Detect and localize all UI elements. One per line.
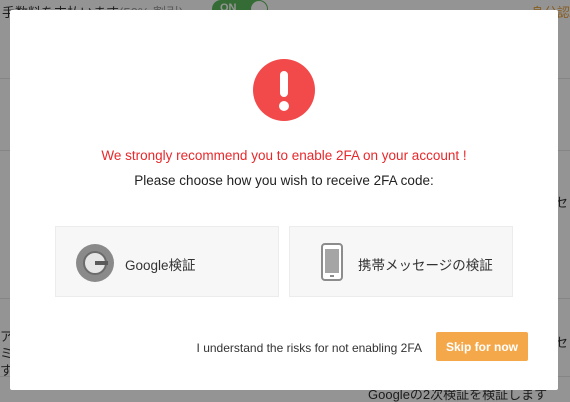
phone-screen	[325, 249, 339, 273]
sms-verification-option[interactable]: 携帯メッセージの検証	[289, 226, 513, 297]
choose-method-text: Please choose how you wish to receive 2F…	[134, 173, 434, 188]
skip-for-now-button[interactable]: Skip for now	[436, 332, 528, 361]
risk-acknowledgement-text: I understand the risks for not enabling …	[196, 341, 422, 355]
google-authenticator-option[interactable]: Google検証	[55, 226, 279, 297]
google-authenticator-icon	[76, 244, 114, 282]
phone-button	[330, 275, 334, 277]
mobile-phone-icon	[321, 243, 343, 281]
exclamation-alert-icon	[253, 59, 315, 121]
exclamation-bar	[280, 71, 288, 97]
sms-option-label: 携帯メッセージの検証	[358, 258, 493, 273]
exclamation-dot	[279, 101, 289, 111]
warning-message: We strongly recommend you to enable 2FA …	[101, 148, 467, 163]
ga-icon-bar	[95, 261, 108, 265]
enable-2fa-modal: We strongly recommend you to enable 2FA …	[10, 10, 558, 390]
google-option-label: Google検証	[125, 258, 196, 273]
